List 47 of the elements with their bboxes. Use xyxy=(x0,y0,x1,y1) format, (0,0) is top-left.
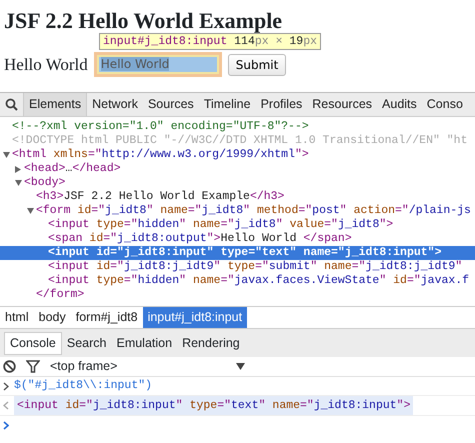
code-line: <input id="j_idt8:j_idt9" type="submit" name="j_idt8:j_idt9" xyxy=(48,260,462,274)
collapsed-arrow-icon xyxy=(15,166,21,172)
selected-tree-row[interactable]: <input id="j_idt8:input" type="text" name="j_idt8:input"> xyxy=(0,246,475,260)
code-line: <html xmlns="http://www.w3.org/1999/xhtml"> xyxy=(12,148,309,162)
panel-tab[interactable]: Resources xyxy=(307,93,378,116)
drawer-tab[interactable]: Console xyxy=(4,332,62,355)
console-result: <input id="j_idt8:input" type="text" name="j_idt8:input"> xyxy=(14,396,414,416)
code-line: <input type="hidden" name="javax.faces.ViewState" id="javax.f xyxy=(48,274,470,288)
code-line: <!DOCTYPE html PUBLIC "-//W3C//DTD XHTML 1.0 Transitional//EN" "ht xyxy=(12,134,468,148)
code-line: </form> xyxy=(36,288,84,302)
input-prompt-icon xyxy=(3,382,9,390)
panel-tab[interactable]: Sources xyxy=(142,93,199,116)
page-heading: JSF 2.2 Hello World Example xyxy=(4,8,284,34)
frame-dropdown[interactable]: <top frame> xyxy=(50,357,245,376)
breadcrumb-item[interactable]: body xyxy=(34,307,71,328)
drawer-tab[interactable]: Emulation xyxy=(111,332,178,355)
filter-icon xyxy=(26,360,40,373)
submit-button[interactable]: Submit xyxy=(228,54,286,76)
drawer-tab[interactable]: Search xyxy=(62,332,112,355)
code-line: <body> xyxy=(24,176,66,190)
caret-icon xyxy=(236,363,245,370)
code-line: <form id="j_idt8" name="j_idt8" method="post" action="/plain-js xyxy=(36,204,471,218)
clear-icon xyxy=(3,360,16,373)
drawer-tab[interactable]: Rendering xyxy=(177,332,245,355)
expanded-arrow-icon xyxy=(26,208,34,214)
code-line: <head>…</head> xyxy=(24,162,121,176)
code-line: <input type="hidden" name="j_idt8" value="j_idt8"> xyxy=(48,218,394,232)
expanded-arrow-icon xyxy=(14,180,22,186)
code-line: <input id="j_idt8:input" type="text" name="j_idt8:input"> xyxy=(48,246,442,260)
code-line: <span id="j_idt8:output">Hello World </span> xyxy=(48,232,352,246)
breadcrumb-item[interactable]: form#j_idt8 xyxy=(70,307,143,328)
code-line: <!--?xml version="1.0" encoding="UTF-8"?--> xyxy=(12,120,309,134)
panel-tab[interactable]: Elements xyxy=(23,93,88,116)
breadcrumb-item[interactable]: input#j_idt8:input xyxy=(142,307,248,328)
panel-tab[interactable]: Timeline xyxy=(198,93,256,116)
element-tooltip: input#j_idt8:input 114px × 19px xyxy=(99,33,322,50)
console-command: $("#j_idt8\\:input") xyxy=(14,378,152,394)
code-line: <h3>JSF 2.2 Hello World Example</h3> xyxy=(36,190,284,204)
expanded-arrow-icon xyxy=(2,152,10,158)
panel-tab[interactable]: Audits xyxy=(377,93,422,116)
panel-tab[interactable]: Network xyxy=(87,93,143,116)
field-label: Hello World xyxy=(4,54,88,76)
search-icon xyxy=(5,98,18,111)
prompt-icon xyxy=(3,421,9,430)
panel-tab[interactable]: Conso xyxy=(422,93,468,116)
panel-tab[interactable]: Profiles xyxy=(256,93,308,116)
breadcrumb-item[interactable]: html xyxy=(0,307,34,328)
